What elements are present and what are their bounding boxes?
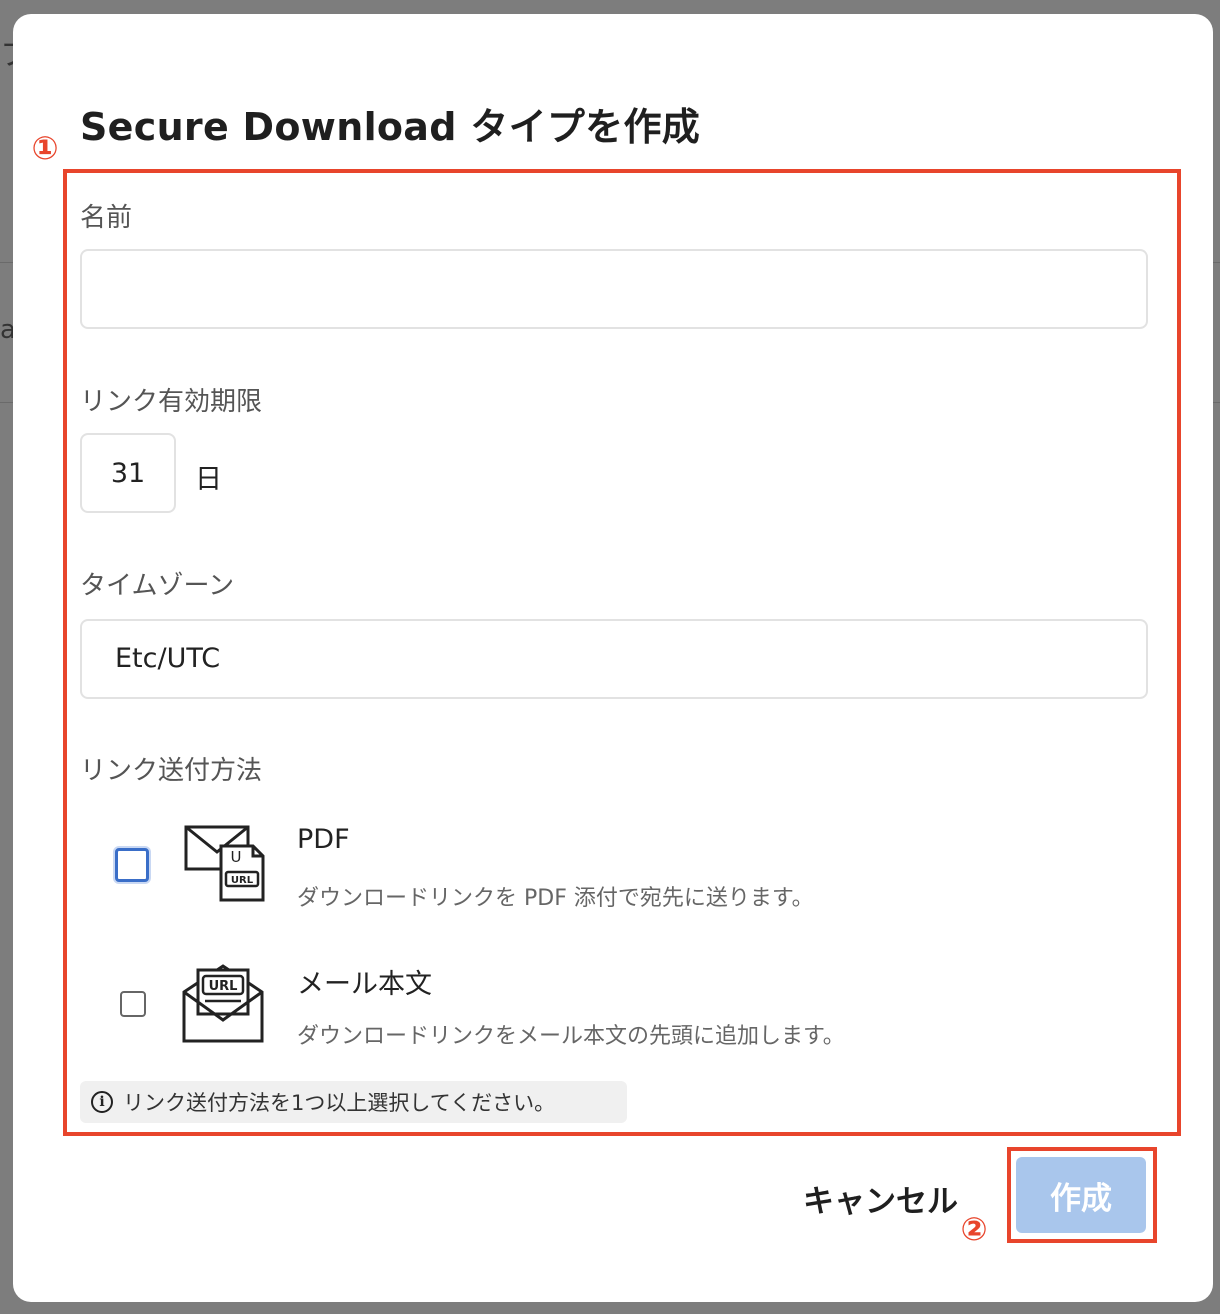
mail-body-option-checkbox[interactable] — [120, 991, 146, 1017]
mail-body-option-title: メール本文 — [297, 969, 432, 1000]
name-label: 名前 — [80, 203, 133, 233]
pdf-option-description: ダウンロードリンクを PDF 添付で宛先に送ります。 — [297, 886, 814, 911]
notice-text: リンク送付方法を1つ以上選択してください。 — [123, 1091, 556, 1115]
icon-clip-text: U — [231, 848, 242, 866]
background-divider — [0, 262, 13, 263]
timezone-select[interactable]: Etc/UTC — [80, 619, 1148, 699]
envelope-url-icon: URL — [182, 964, 264, 1043]
background-divider — [1213, 402, 1220, 403]
pdf-option-title: PDF — [297, 824, 350, 855]
pdf-option-checkbox[interactable] — [115, 848, 149, 882]
annotation-marker-1: ① — [31, 129, 59, 167]
dialog-title: Secure Download タイプを作成 — [80, 105, 701, 149]
name-input[interactable] — [80, 249, 1148, 329]
delivery-method-notice: i リンク送付方法を1つ以上選択してください。 — [80, 1081, 627, 1123]
delivery-method-label: リンク送付方法 — [80, 756, 263, 786]
create-button[interactable]: 作成 — [1016, 1157, 1146, 1233]
icon-url-text: URL — [231, 875, 254, 886]
link-expiry-unit: 日 — [195, 464, 222, 495]
info-icon: i — [91, 1091, 113, 1113]
cancel-button[interactable]: キャンセル — [803, 1176, 958, 1221]
background-divider — [1213, 262, 1220, 263]
envelope-pdf-url-icon: U URL — [184, 825, 265, 902]
link-expiry-days-input[interactable] — [80, 433, 176, 513]
link-expiry-label: リンク有効期限 — [80, 387, 263, 417]
annotation-marker-2: ② — [960, 1210, 988, 1248]
icon-url-text: URL — [209, 979, 238, 994]
background-divider — [0, 402, 13, 403]
create-secure-download-type-dialog: Secure Download タイプを作成 ① 名前 リンク有効期限 日 タイ… — [13, 14, 1213, 1302]
mail-body-option-description: ダウンロードリンクをメール本文の先頭に追加します。 — [297, 1024, 845, 1049]
timezone-label: タイムゾーン — [80, 571, 235, 601]
